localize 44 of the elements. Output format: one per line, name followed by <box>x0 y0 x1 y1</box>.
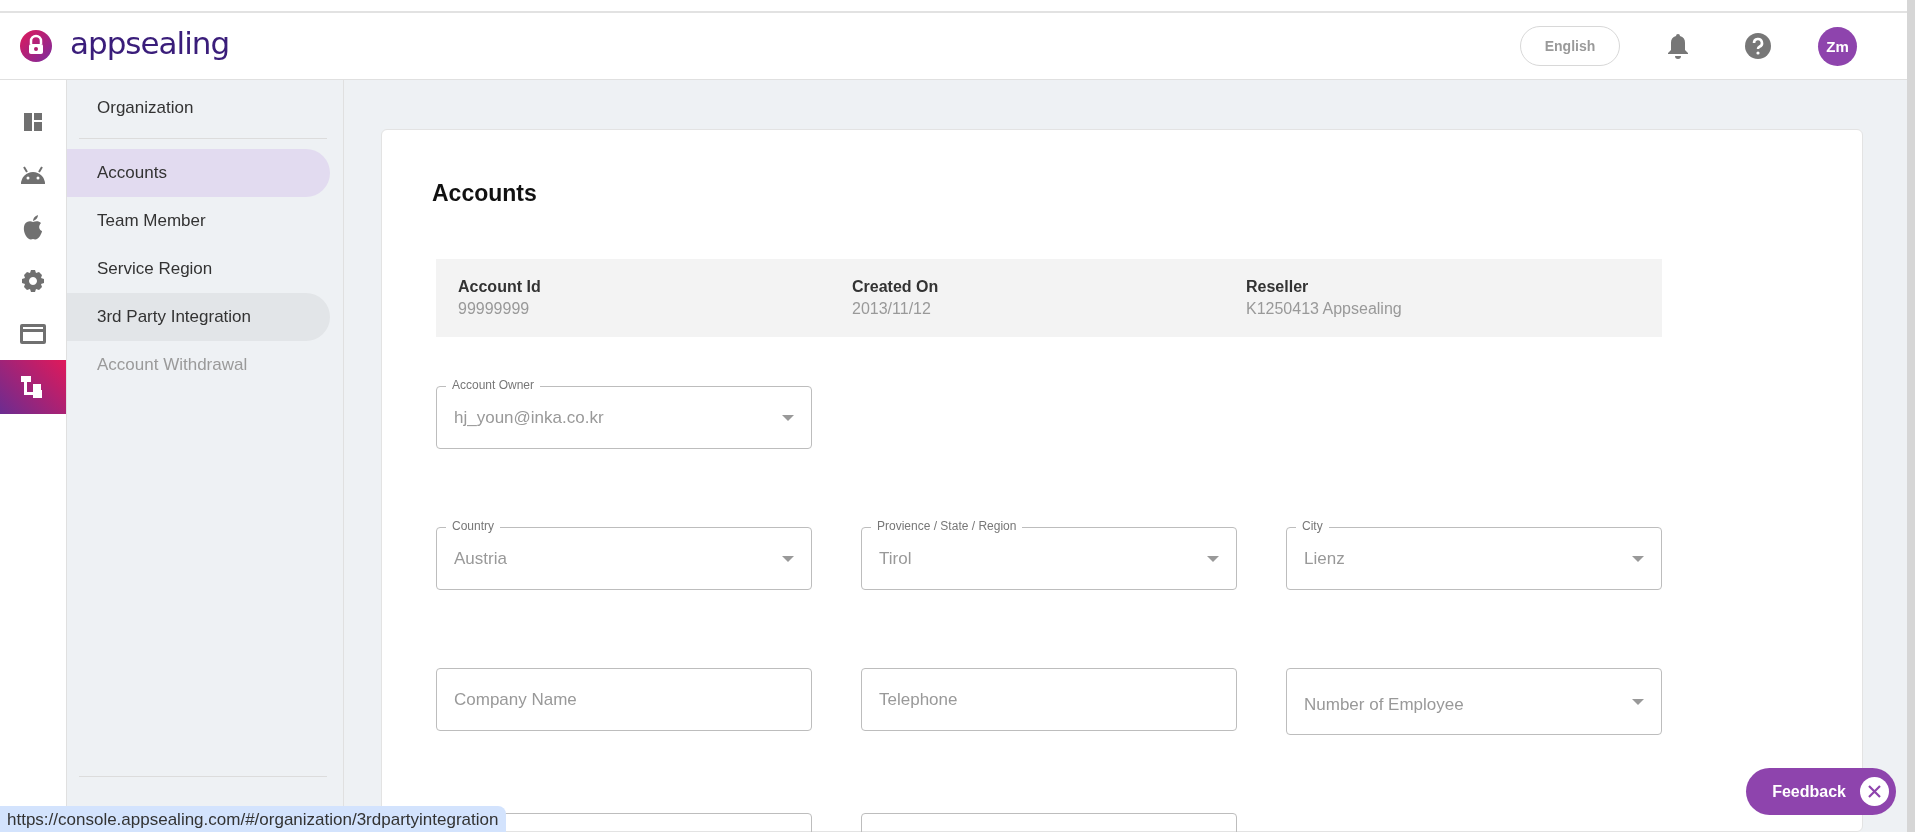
feedback-button[interactable]: Feedback <box>1746 768 1896 815</box>
dashboard-icon <box>21 110 45 134</box>
close-icon[interactable] <box>1860 777 1889 806</box>
field-label: Account Owner <box>446 378 541 392</box>
submenu-item[interactable]: Team Member <box>67 197 330 245</box>
field-placeholder: Number of Employee <box>1304 693 1465 715</box>
field-value: Tirol <box>879 548 913 569</box>
field-value: Lienz <box>1304 548 1346 569</box>
dropdown-caret-icon <box>1632 555 1644 562</box>
dropdown-caret-icon <box>782 555 794 562</box>
android-icon <box>19 166 47 184</box>
submenu-item[interactable]: 3rd Party Integration <box>67 293 330 341</box>
submenu-item[interactable]: Accounts <box>67 149 330 197</box>
info-value: 2013/11/12 <box>852 300 932 318</box>
logo-text: appsealing <box>70 25 230 61</box>
user-avatar[interactable]: Zm <box>1818 26 1857 66</box>
field-placeholder: Telephone <box>879 689 959 710</box>
info-value: 99999999 <box>458 300 531 318</box>
field-value: Austria <box>454 548 508 569</box>
submenu-item[interactable]: Service Region <box>67 245 330 293</box>
dropdown-caret-icon <box>1632 698 1644 705</box>
language-button[interactable]: English <box>1520 26 1620 66</box>
status-url-tooltip: https://console.appsealing.com/#/organization/3rdpartyintegration <box>0 806 507 832</box>
info-label: Account Id <box>458 278 542 296</box>
field-label: Provience / State / Region <box>871 519 1023 533</box>
submenu-title: Organization <box>79 80 327 139</box>
dropdown-caret-icon <box>782 414 794 421</box>
dropdown-caret-icon <box>1207 555 1219 562</box>
field-label: Country <box>446 519 501 533</box>
info-label: Reseller <box>1246 278 1310 296</box>
page-title: Accounts <box>432 180 538 207</box>
help-icon <box>1745 33 1771 59</box>
info-value: K1250413 Appsealing <box>1246 300 1403 318</box>
field-value: hj_youn@inka.co.kr <box>454 407 605 428</box>
card-icon <box>20 324 46 344</box>
settings-icon <box>21 269 45 293</box>
bell-icon <box>1667 33 1689 59</box>
field-placeholder: Company Name <box>454 689 578 710</box>
field-label: City <box>1296 519 1329 533</box>
apple-icon <box>22 215 44 241</box>
nav-rail-item[interactable] <box>0 360 66 414</box>
info-label: Created On <box>852 278 940 296</box>
hierarchy-icon <box>21 376 45 398</box>
logo-icon <box>20 30 52 62</box>
